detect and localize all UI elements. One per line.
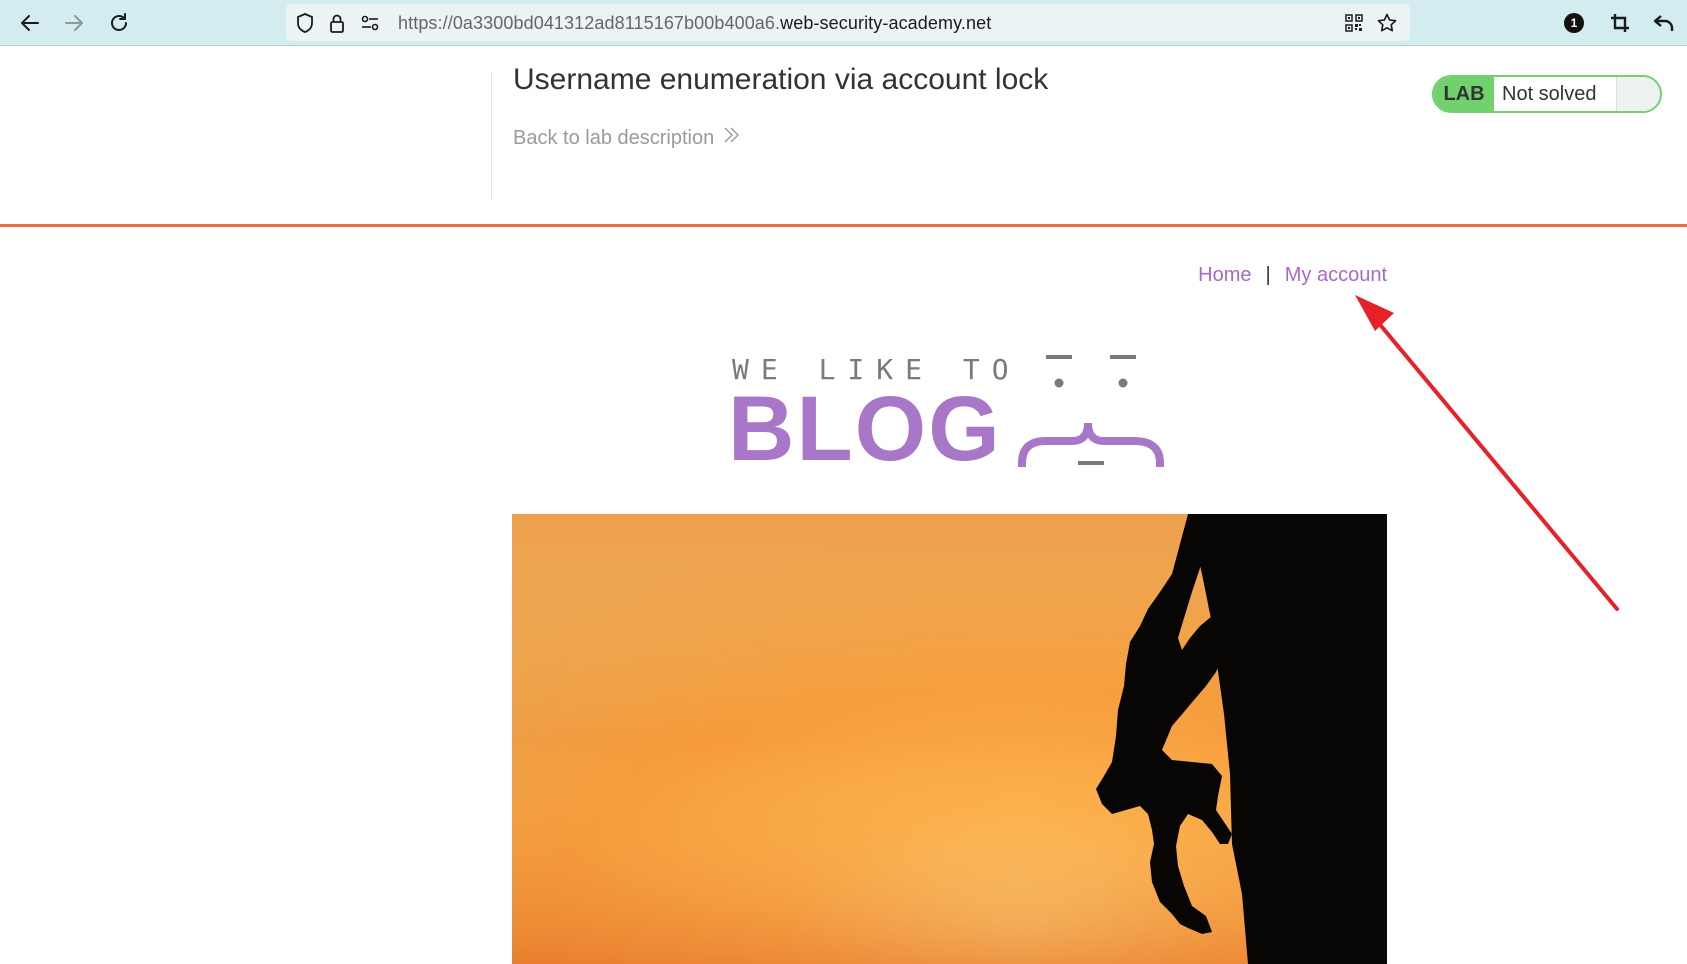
browser-toolbar: https://0a3300bd041312ad8115167b00b400a6… [0, 0, 1687, 46]
nav-separator: | [1265, 264, 1271, 286]
hero-image-climber [512, 514, 1387, 964]
notification-badge-icon[interactable]: 1 [1558, 7, 1590, 39]
notification-count: 1 [1564, 13, 1584, 33]
back-to-lab-description-link[interactable]: Back to lab description [513, 126, 740, 150]
url-text[interactable]: https://0a3300bd041312ad8115167b00b400a6… [398, 13, 991, 34]
qr-code-icon[interactable] [1344, 13, 1364, 33]
nav-my-account-link[interactable]: My account [1285, 264, 1387, 287]
logo-face-icon [1017, 355, 1165, 468]
undo-icon[interactable] [1648, 7, 1680, 39]
header-rule [0, 224, 1687, 227]
back-link-label: Back to lab description [513, 126, 715, 149]
lab-title: Username enumeration via account lock [513, 63, 1049, 96]
logo-word: BLOG [728, 378, 1002, 480]
nav-home-link[interactable]: Home [1198, 264, 1251, 287]
permissions-icon[interactable] [360, 13, 380, 33]
lock-icon[interactable] [327, 13, 347, 33]
lab-badge: LAB [1434, 77, 1494, 111]
lab-status-text: Not solved [1494, 77, 1616, 111]
star-icon[interactable] [1377, 13, 1397, 33]
back-arrow-icon[interactable] [14, 7, 46, 39]
crop-icon[interactable] [1604, 7, 1636, 39]
lab-status-widget: LAB Not solved [1432, 75, 1662, 113]
url-prefix: https://0a3300bd041312ad8115167b00b400a6… [398, 13, 781, 33]
double-chevron-right-icon [722, 126, 740, 150]
blog-logo[interactable]: WE LIKE TO BLOG [718, 345, 1198, 475]
shield-icon[interactable] [295, 13, 315, 33]
lab-status-toggle[interactable] [1616, 77, 1660, 111]
url-host: web-security-academy.net [780, 13, 992, 33]
header-divider [491, 73, 492, 199]
blog-nav: Home | My account [1198, 264, 1387, 287]
address-bar[interactable]: https://0a3300bd041312ad8115167b00b400a6… [286, 4, 1410, 41]
lab-header: Username enumeration via account lock Ba… [0, 47, 1687, 225]
forward-arrow-icon[interactable] [58, 7, 90, 39]
reload-icon[interactable] [103, 7, 135, 39]
